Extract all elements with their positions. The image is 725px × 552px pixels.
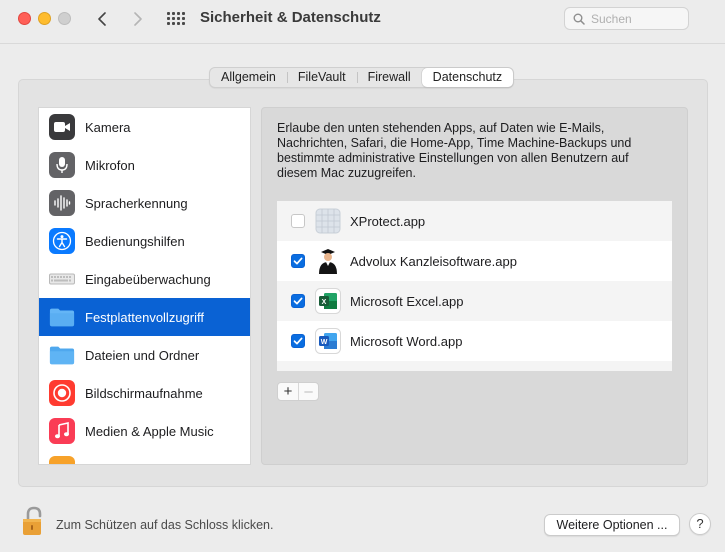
tab-firewall[interactable]: Firewall: [356, 68, 422, 87]
app-checkbox[interactable]: [291, 334, 305, 348]
svg-text:W: W: [321, 339, 328, 346]
app-row-word[interactable]: W Microsoft Word.app: [277, 321, 672, 361]
add-app-button[interactable]: +: [278, 383, 298, 400]
lock-icon[interactable]: [22, 505, 46, 537]
show-all-grid-icon[interactable]: [167, 10, 185, 28]
sidebar-item-label: Festplattenvollzugriff: [85, 309, 204, 325]
sidebar-item-dateien-und-ordner[interactable]: Dateien und Ordner: [39, 336, 250, 374]
sidebar-item-label: Bedienungshilfen: [85, 233, 185, 249]
sidebar-item-spracherkennung[interactable]: Spracherkennung: [39, 184, 250, 222]
app-checkbox[interactable]: [291, 254, 305, 268]
camera-icon: [49, 114, 75, 140]
app-name: XProtect.app: [350, 213, 426, 229]
speech-recognition-icon: [49, 190, 75, 216]
folder-icon: [49, 342, 75, 368]
music-icon: [49, 418, 75, 444]
sidebar-item-bedienungshilfen[interactable]: Bedienungshilfen: [39, 222, 250, 260]
sidebar-item-label: Medien & Apple Music: [85, 423, 214, 439]
search-input[interactable]: [591, 10, 685, 27]
microphone-icon: [49, 152, 75, 178]
app-row-partial[interactable]: [277, 361, 672, 371]
sidebar-item-festplattenvollzugriff[interactable]: Festplattenvollzugriff: [39, 298, 250, 336]
app-name: Microsoft Word.app: [350, 333, 463, 349]
sidebar-item-mikrofon[interactable]: Mikrofon: [39, 146, 250, 184]
sidebar-item-label: Dateien und Ordner: [85, 347, 200, 363]
tab-allgemein[interactable]: Allgemein: [210, 68, 287, 87]
sidebar-item-label: Kamera: [85, 119, 131, 135]
sidebar-item-label: Bildschirmaufnahme: [85, 385, 203, 401]
folder-icon: [49, 304, 75, 330]
tab-bar: Allgemein FileVault Firewall Datenschutz: [209, 67, 515, 88]
word-icon: W: [315, 328, 341, 354]
app-row-excel[interactable]: X Microsoft Excel.app: [277, 281, 672, 321]
app-list[interactable]: XProtect.app Advolux Kanzleisoftware.app…: [277, 201, 672, 371]
sidebar-item-kamera[interactable]: Kamera: [39, 108, 250, 146]
app-icon-partial: [315, 369, 341, 371]
advolux-icon: [315, 248, 341, 274]
remove-app-button[interactable]: –: [297, 383, 318, 400]
screen-recording-icon: [49, 380, 75, 406]
title-bar: Sicherheit & Datenschutz: [0, 0, 725, 44]
minimize-window-button[interactable]: [38, 12, 51, 25]
xprotect-icon: [315, 208, 341, 234]
forward-button[interactable]: [128, 8, 148, 30]
help-button[interactable]: ?: [689, 513, 711, 535]
checkmark-icon: [293, 337, 303, 345]
back-button[interactable]: [92, 8, 112, 30]
keyboard-icon: [49, 266, 75, 292]
app-checkbox[interactable]: [291, 214, 305, 228]
add-remove-control: + –: [277, 382, 319, 401]
privacy-category-list[interactable]: Kamera Mikrofon Spracherkennung Bedienun…: [38, 107, 251, 465]
sidebar-item-label: Spracherkennung: [85, 195, 188, 211]
tab-datenschutz[interactable]: Datenschutz: [421, 68, 514, 87]
close-window-button[interactable]: [18, 12, 31, 25]
sidebar-item-eingabeueberwachung[interactable]: Eingabeüberwachung: [39, 260, 250, 298]
sidebar-item-partial[interactable]: [39, 450, 250, 464]
svg-text:X: X: [322, 299, 327, 306]
home-icon: [49, 456, 75, 464]
tab-filevault[interactable]: FileVault: [286, 68, 357, 87]
app-row-xprotect[interactable]: XProtect.app: [277, 201, 672, 241]
app-row-advolux[interactable]: Advolux Kanzleisoftware.app: [277, 241, 672, 281]
app-name: Microsoft Excel.app: [350, 293, 464, 309]
sidebar-item-label: Mikrofon: [85, 157, 135, 173]
chevron-right-icon: [134, 12, 142, 26]
sidebar-item-medien-apple-music[interactable]: Medien & Apple Music: [39, 412, 250, 450]
sidebar-item-label: Eingabeüberwachung: [85, 271, 211, 287]
sidebar-item-bildschirmaufnahme[interactable]: Bildschirmaufnahme: [39, 374, 250, 412]
more-options-button[interactable]: Weitere Optionen ...: [544, 514, 680, 536]
search-field[interactable]: [564, 7, 689, 30]
description-text: Erlaube den unten stehenden Apps, auf Da…: [277, 121, 632, 180]
checkmark-icon: [293, 257, 303, 265]
search-icon: [573, 13, 585, 25]
accessibility-icon: [49, 228, 75, 254]
window-title: Sicherheit & Datenschutz: [200, 9, 381, 26]
excel-icon: X: [315, 288, 341, 314]
app-checkbox[interactable]: [291, 294, 305, 308]
zoom-window-button[interactable]: [58, 12, 71, 25]
app-name: Advolux Kanzleisoftware.app: [350, 253, 517, 269]
lock-hint-text: Zum Schützen auf das Schloss klicken.: [56, 518, 274, 532]
checkmark-icon: [293, 297, 303, 305]
chevron-left-icon: [98, 12, 106, 26]
